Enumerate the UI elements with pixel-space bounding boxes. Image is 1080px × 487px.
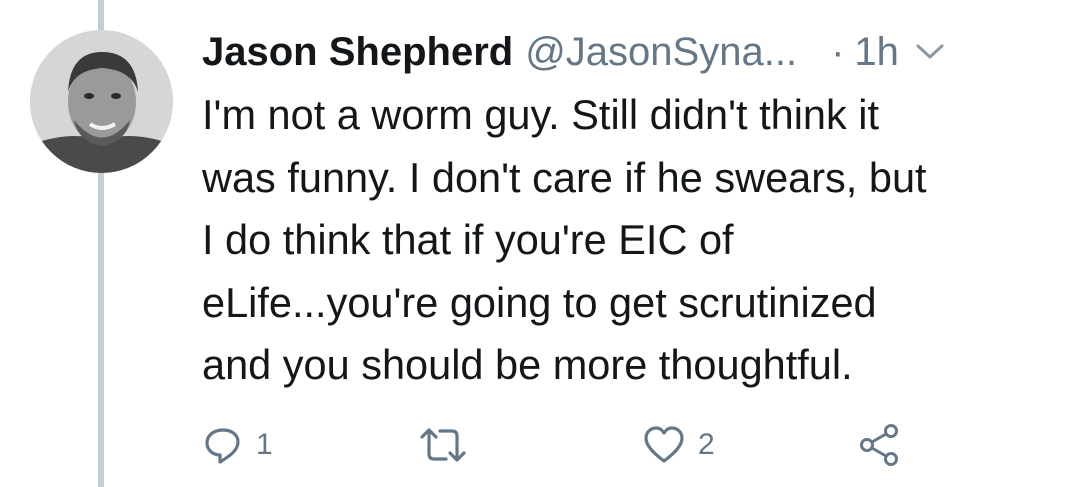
tweet-line: eLife...you're going to get scrutinized [202,278,877,326]
separator-dot: · [831,30,845,74]
tweet-actions: 1 2 [202,420,922,470]
avatar[interactable] [30,30,173,173]
share-button[interactable] [858,420,902,470]
heart-icon [642,424,686,466]
retweet-icon [418,424,468,466]
tweet-line: I'm not a worm guy. Still didn't think i… [202,91,880,138]
tweet-text: I'm not a worm guy. Still didn't think i… [202,84,1062,397]
reply-button[interactable]: 1 [202,420,273,470]
author-handle[interactable]: @JasonSyna... [525,26,797,78]
reply-count: 1 [256,428,273,461]
tweet-line: and you should be more thoughtful. [202,341,853,388]
retweet-button[interactable] [418,420,480,470]
author-name[interactable]: Jason Shepherd [202,26,513,78]
like-button[interactable]: 2 [642,420,715,470]
like-count: 2 [698,428,715,461]
share-icon [858,423,902,467]
chevron-down-icon[interactable] [915,42,945,62]
tweet-line: was funny. I don't care if he swears, bu… [202,153,927,201]
timestamp[interactable]: 1h [854,26,899,78]
tweet[interactable]: Jason Shepherd @JasonSyna... · 1h I'm no… [0,0,1080,487]
tweet-line: I do think that if you're EIC of [202,216,734,263]
avatar-image [30,30,173,173]
reply-icon [202,424,244,466]
tweet-header: Jason Shepherd @JasonSyna... · 1h [202,26,1062,78]
